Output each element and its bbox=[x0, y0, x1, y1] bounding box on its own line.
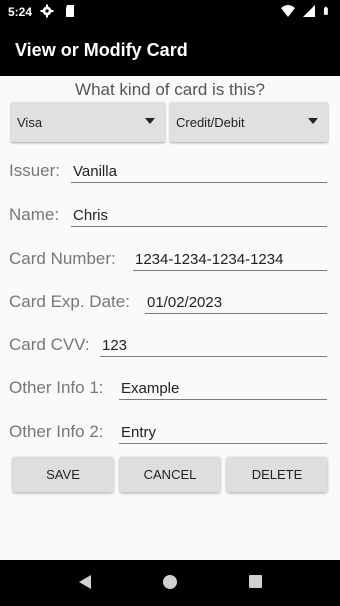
battery-icon bbox=[323, 6, 328, 15]
issuer-label: Issuer: bbox=[9, 161, 61, 180]
page-title: View or Modify Card bbox=[15, 40, 188, 60]
other-info-1-row: Other Info 1: bbox=[9, 372, 327, 402]
issuer-field[interactable] bbox=[71, 157, 327, 183]
save-button[interactable]: SAVE bbox=[13, 457, 113, 492]
status-left-icons bbox=[40, 4, 77, 18]
wifi-icon bbox=[281, 5, 295, 17]
cvv-row: Card CVV: bbox=[9, 329, 327, 359]
status-right-icons bbox=[281, 4, 332, 18]
card-number-field[interactable] bbox=[133, 245, 327, 271]
cvv-label: Card CVV: bbox=[9, 335, 90, 354]
other-info-1-label: Other Info 1: bbox=[9, 378, 104, 397]
exp-date-label: Card Exp. Date: bbox=[9, 292, 130, 311]
issuer-row: Issuer: bbox=[9, 155, 327, 185]
other-info-2-row: Other Info 2: bbox=[9, 416, 327, 446]
navigation-bar bbox=[0, 560, 340, 606]
gear-icon bbox=[40, 4, 54, 18]
name-label: Name: bbox=[9, 205, 60, 224]
status-bar: 5:24 bbox=[0, 0, 340, 24]
delete-button[interactable]: DELETE bbox=[227, 457, 327, 492]
app-bar: View or Modify Card bbox=[0, 24, 340, 76]
chevron-down-icon bbox=[308, 118, 318, 124]
card-type-value: Credit/Debit bbox=[176, 115, 245, 130]
card-number-label: Card Number: bbox=[9, 249, 116, 268]
cvv-field[interactable] bbox=[100, 331, 327, 357]
card-kind-question: What kind of card is this? bbox=[75, 80, 265, 99]
back-icon[interactable] bbox=[77, 573, 93, 591]
home-icon[interactable] bbox=[161, 573, 179, 591]
card-brand-dropdown[interactable]: Visa bbox=[11, 102, 165, 142]
card-number-row: Card Number: bbox=[9, 243, 327, 273]
exp-date-row: Card Exp. Date: bbox=[9, 286, 327, 316]
sd-card-icon bbox=[66, 5, 74, 17]
other-info-2-label: Other Info 2: bbox=[9, 422, 104, 441]
exp-date-field[interactable] bbox=[145, 288, 327, 314]
cancel-button[interactable]: CANCEL bbox=[120, 457, 220, 492]
card-form: What kind of card is this? Visa Credit/D… bbox=[0, 76, 340, 560]
other-info-1-field[interactable] bbox=[119, 374, 327, 400]
name-field[interactable] bbox=[71, 201, 327, 227]
other-info-2-field[interactable] bbox=[119, 418, 327, 444]
recents-icon[interactable] bbox=[247, 573, 263, 591]
name-row: Name: bbox=[9, 199, 327, 229]
status-time: 5:24 bbox=[8, 5, 33, 19]
chevron-down-icon bbox=[145, 118, 155, 124]
card-type-dropdown[interactable]: Credit/Debit bbox=[170, 102, 328, 142]
signal-icon bbox=[303, 5, 315, 17]
card-brand-value: Visa bbox=[17, 115, 43, 130]
